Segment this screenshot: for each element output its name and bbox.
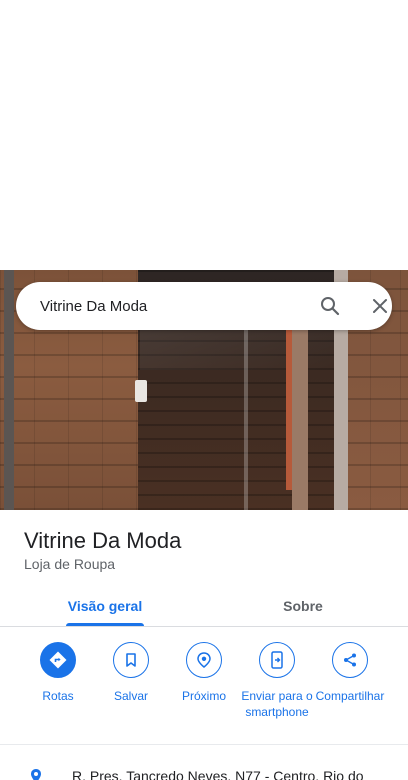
active-tab-indicator (66, 623, 144, 626)
pillar (292, 330, 308, 510)
close-icon[interactable] (368, 294, 392, 318)
pole (286, 330, 292, 490)
send-to-phone-label: Enviar para o smartphone (241, 689, 313, 719)
directions-icon[interactable] (40, 642, 76, 678)
share-icon[interactable] (332, 642, 368, 678)
address-row[interactable]: R. Pres. Tancredo Neves, N77 - Centro, R… (0, 764, 408, 780)
section-divider (0, 744, 408, 745)
save-button[interactable]: Salvar (93, 642, 169, 704)
tab-bar: Visão geral Sobre (0, 586, 408, 627)
place-title: Vitrine Da Moda (24, 528, 182, 553)
directions-label: Rotas (42, 689, 74, 703)
nearby-label: Próximo (181, 689, 226, 703)
directions-button[interactable]: Rotas (20, 642, 96, 704)
door-edge (244, 320, 248, 510)
nearby-icon[interactable] (186, 642, 222, 678)
bookmark-icon[interactable] (113, 642, 149, 678)
send-to-phone-button[interactable]: Enviar para o smartphone (239, 642, 315, 720)
blank-area (0, 0, 408, 270)
search-icon[interactable] (318, 294, 342, 318)
wall-outlet (135, 380, 147, 402)
search-bar[interactable]: Vitrine Da Moda (16, 282, 392, 330)
share-label: Compartilhar (315, 689, 385, 703)
tab-overview[interactable]: Visão geral (60, 586, 150, 626)
save-label: Salvar (113, 689, 148, 703)
share-button[interactable]: Compartilhar (312, 642, 388, 704)
tab-about[interactable]: Sobre (258, 586, 348, 626)
location-pin-icon (28, 768, 44, 780)
send-to-phone-icon[interactable] (259, 642, 295, 678)
address-text: R. Pres. Tancredo Neves, N77 - Centro, R… (72, 768, 364, 780)
place-category[interactable]: Loja de Roupa (24, 556, 115, 572)
action-row: Rotas Salvar Próximo Enviar para o smart… (0, 640, 408, 740)
door-frame (4, 270, 14, 510)
nearby-button[interactable]: Próximo (166, 642, 242, 704)
